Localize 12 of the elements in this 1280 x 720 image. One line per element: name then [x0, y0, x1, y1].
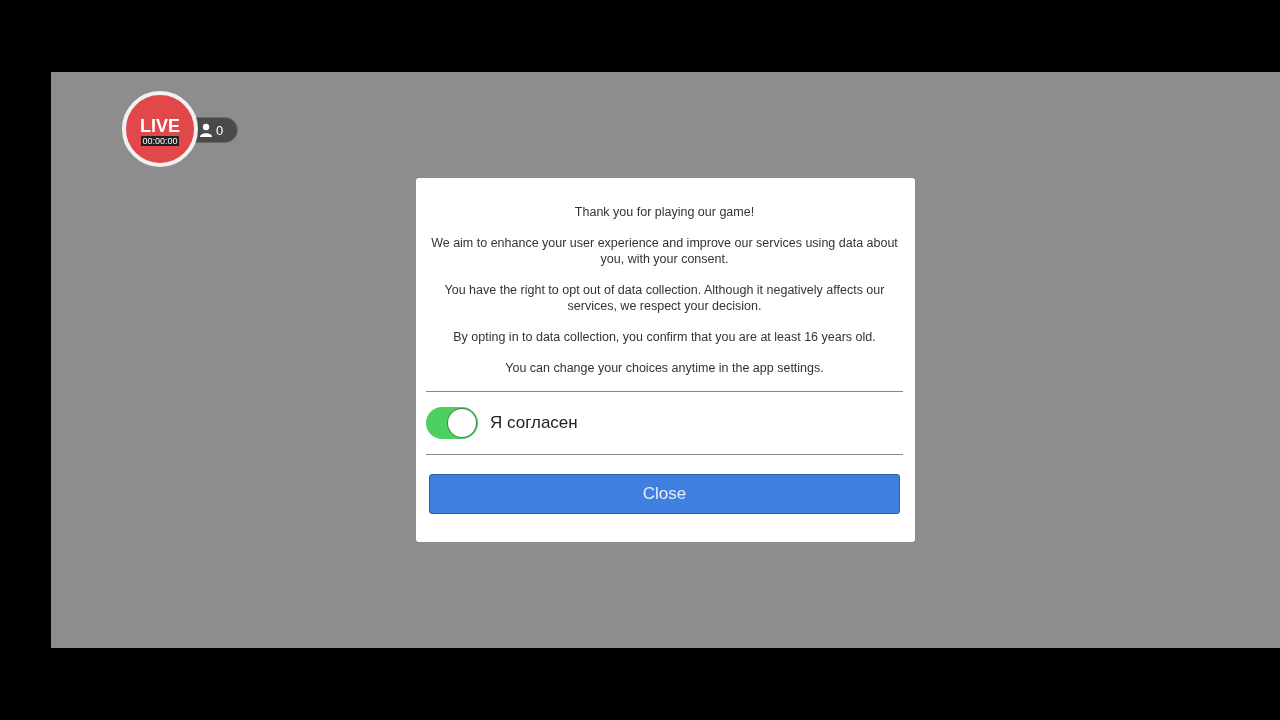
stream-timer: 00:00:00 [141, 136, 179, 146]
dialog-text: You can change your choices anytime in the app settings. [504, 360, 825, 376]
dialog-text: We aim to enhance your user experience and improve our services using data about you, with your consent. [430, 235, 899, 267]
viewer-count: 0 [216, 122, 224, 138]
live-label: LIVE [140, 116, 180, 136]
close-button[interactable]: Close [429, 474, 900, 514]
dialog-text: You have the right to opt out of data collection. Although it negatively affects our services, we respect your decision. [443, 282, 886, 314]
toggle-switch[interactable] [426, 407, 478, 439]
toggle-label: Я согласен [490, 413, 578, 433]
dialog-text: By opting in to data collection, you confirm that you are at least 16 years old. [452, 329, 877, 345]
dialog-text: Thank you for playing our game! [573, 204, 756, 220]
person-icon [199, 123, 213, 137]
